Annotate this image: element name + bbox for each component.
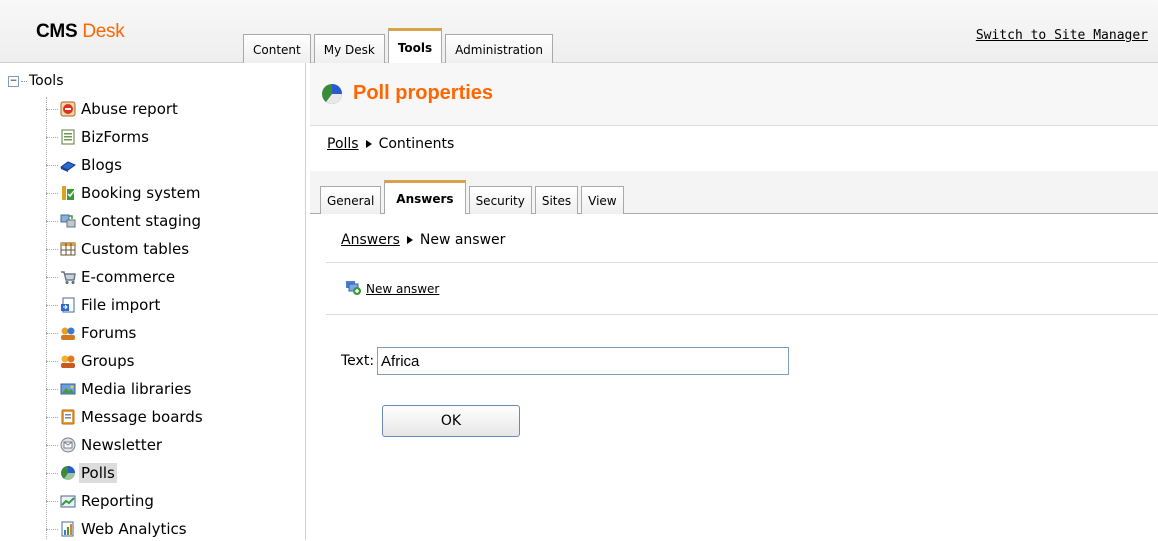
content-staging-icon: [60, 213, 76, 229]
add-answer-icon: [345, 279, 361, 298]
polls-icon: [60, 465, 76, 481]
tree-item-web-analytics[interactable]: Web Analytics: [46, 517, 189, 541]
tab-general[interactable]: General: [320, 186, 382, 214]
ok-button[interactable]: OK: [382, 405, 520, 437]
tree-item-polls[interactable]: Polls: [46, 461, 117, 485]
tab-answers[interactable]: Answers: [384, 180, 466, 214]
tree-item-message-boards[interactable]: Message boards: [46, 405, 205, 429]
file-import-icon: [60, 297, 76, 313]
text-field-row: Text:: [341, 347, 790, 375]
blogs-icon: [59, 157, 77, 173]
breadcrumb-arrow-icon: [406, 236, 413, 244]
collapse-icon[interactable]: −: [8, 75, 19, 87]
tab-view[interactable]: View: [581, 186, 624, 214]
tab-administration[interactable]: Administration: [445, 34, 553, 63]
tree-item-abuse-report[interactable]: Abuse report: [46, 97, 180, 121]
tree-item-groups[interactable]: Groups: [46, 349, 136, 373]
newsletter-icon: [60, 437, 76, 453]
custom-tables-icon: [60, 241, 76, 257]
page-title: Poll properties: [353, 82, 494, 104]
breadcrumb-answers-link[interactable]: Answers: [341, 232, 400, 248]
breadcrumb-polls-link[interactable]: Polls: [327, 136, 359, 152]
tree-item-file-import[interactable]: File import: [46, 293, 162, 317]
breadcrumb: Polls Continents: [327, 136, 454, 152]
tab-sites[interactable]: Sites: [534, 186, 579, 214]
breadcrumb-arrow-icon: [365, 140, 372, 148]
text-label: Text:: [341, 353, 375, 369]
divider: [326, 314, 1158, 315]
answer-text-input[interactable]: [377, 347, 790, 375]
page-title-bar: Poll properties: [310, 63, 1158, 126]
breadcrumb-current: Continents: [378, 136, 455, 152]
web-analytics-icon: [60, 521, 76, 537]
new-answer-action[interactable]: New answer: [345, 279, 439, 298]
abuse-report-icon: [60, 101, 76, 117]
tab-content[interactable]: Content: [243, 34, 311, 63]
ecommerce-icon: [60, 269, 76, 285]
divider: [326, 262, 1158, 263]
tree-item-content-staging[interactable]: Content staging: [46, 209, 203, 233]
tree-item-e-commerce[interactable]: E-commerce: [46, 265, 177, 289]
tree-root-label[interactable]: Tools: [29, 73, 64, 89]
tree-item-forums[interactable]: Forums: [46, 321, 138, 345]
sub-breadcrumb-current: New answer: [419, 232, 506, 248]
logo-cms: CMS: [36, 21, 78, 42]
header-bar: CMS Desk Content My Desk Tools Administra…: [0, 0, 1158, 63]
tree-connector: [21, 80, 27, 82]
media-libraries-icon: [60, 381, 76, 397]
poll-tabs: General Answers Security Sites View: [320, 180, 627, 214]
tree-item-newsletter[interactable]: Newsletter: [46, 433, 164, 457]
main-content: Poll properties Polls Continents General …: [310, 63, 1158, 540]
tree-item-media-libraries[interactable]: Media libraries: [46, 377, 193, 401]
booking-system-icon: [60, 185, 76, 201]
tab-security[interactable]: Security: [468, 186, 532, 214]
tools-tree: − Tools Abuse report BizForms Blogs Book…: [0, 63, 306, 540]
message-boards-icon: [60, 409, 76, 425]
groups-icon: [60, 353, 76, 369]
bizforms-icon: [60, 129, 76, 145]
tab-tools[interactable]: Tools: [387, 28, 443, 63]
switch-to-site-manager-link[interactable]: Switch to Site Manager: [976, 28, 1148, 43]
reporting-icon: [60, 493, 76, 509]
polls-icon: [320, 82, 344, 110]
logo-desk: Desk: [82, 21, 125, 42]
cms-desk-logo: CMS Desk: [36, 21, 125, 43]
tree-item-booking-system[interactable]: Booking system: [46, 181, 203, 205]
new-answer-link[interactable]: New answer: [366, 282, 439, 296]
tree-item-bizforms[interactable]: BizForms: [46, 125, 151, 149]
tree-item-reporting[interactable]: Reporting: [46, 489, 156, 513]
tree-root: − Tools: [8, 72, 64, 90]
forums-icon: [60, 325, 76, 341]
main-tabs: Content My Desk Tools Administration: [243, 28, 556, 63]
sub-breadcrumb: Answers New answer: [341, 232, 505, 248]
tree-item-blogs[interactable]: Blogs: [46, 153, 124, 177]
tree-item-custom-tables[interactable]: Custom tables: [46, 237, 191, 261]
tab-my-desk[interactable]: My Desk: [313, 34, 385, 63]
poll-tabs-bar: General Answers Security Sites View: [310, 171, 1158, 214]
